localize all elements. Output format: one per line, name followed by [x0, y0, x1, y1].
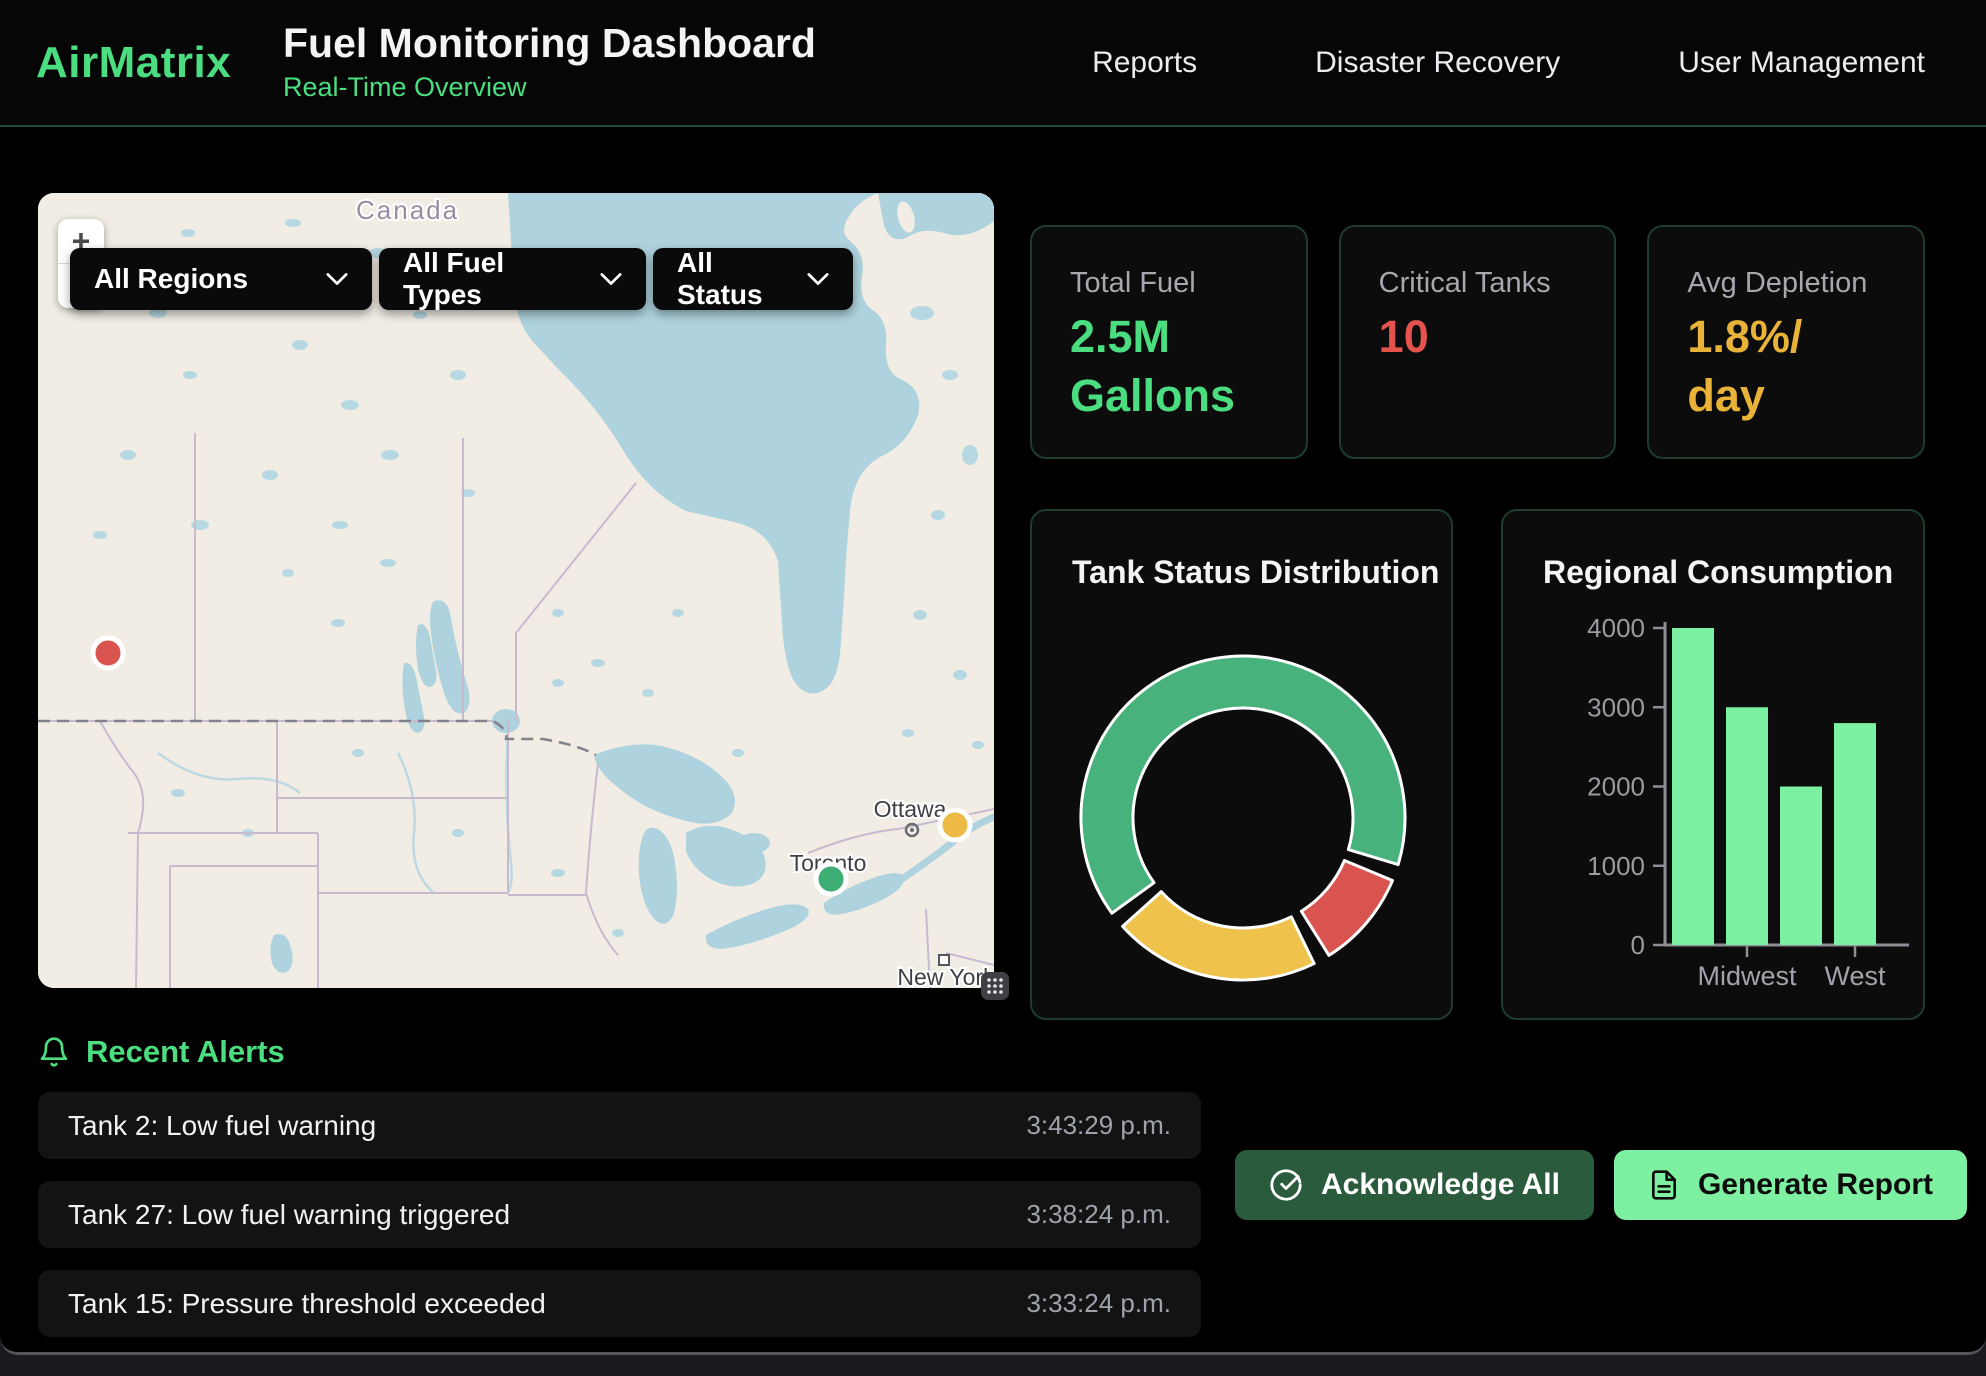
- alerts-section: Recent Alerts Tank 2: Low fuel warning 3…: [0, 1020, 1986, 1355]
- stat-card-critical-tanks: Critical Tanks 10: [1339, 225, 1617, 459]
- stat-card-avg-depletion: Avg Depletion 1.8%/day: [1647, 225, 1925, 459]
- alert-message: Tank 2: Low fuel warning: [68, 1110, 376, 1142]
- stats-row: Total Fuel 2.5MGallons Critical Tanks 10…: [1030, 225, 1925, 459]
- svg-text:1000: 1000: [1587, 851, 1645, 881]
- document-icon: [1648, 1168, 1680, 1202]
- svg-text:Midwest: Midwest: [1697, 961, 1797, 991]
- svg-text:2000: 2000: [1587, 772, 1645, 802]
- page-title: Fuel Monitoring Dashboard: [283, 22, 816, 65]
- main-nav: Reports Disaster Recovery User Managemen…: [1092, 46, 1925, 80]
- panel-drag-handle[interactable]: [981, 972, 1009, 1000]
- title-block: Fuel Monitoring Dashboard Real-Time Over…: [283, 22, 816, 103]
- map-island: [927, 240, 939, 262]
- alert-list: Tank 2: Low fuel warning 3:43:29 p.m. Ta…: [38, 1092, 1201, 1355]
- donut-segment-critical[interactable]: [1301, 860, 1392, 955]
- nav-item-reports[interactable]: Reports: [1092, 46, 1197, 80]
- tank-status-donut-chart[interactable]: [1032, 511, 1453, 1020]
- status-filter-dropdown[interactable]: All Status: [653, 248, 853, 310]
- region-filter-dropdown[interactable]: All Regions: [70, 248, 372, 310]
- bar-0[interactable]: [1672, 628, 1714, 945]
- map-svg: Canada Ottawa Toronto New York: [38, 193, 994, 988]
- tank-status-chart-card: Tank Status Distribution: [1030, 509, 1453, 1020]
- stat-label: Critical Tanks: [1379, 267, 1577, 300]
- map-marker-normal[interactable]: [816, 864, 846, 894]
- alert-message: Tank 27: Low fuel warning triggered: [68, 1199, 510, 1231]
- region-filter-value: All Regions: [94, 263, 248, 295]
- fuel-type-filter-value: All Fuel Types: [403, 247, 580, 311]
- stat-card-total-fuel: Total Fuel 2.5MGallons: [1030, 225, 1308, 459]
- grip-dots-icon: [986, 977, 1004, 995]
- regional-consumption-bar-chart[interactable]: 0 1000 2000 3000 4000 Midwest West: [1503, 511, 1925, 1020]
- svg-text:West: West: [1824, 961, 1886, 991]
- stat-value: 2.5MGallons: [1070, 308, 1268, 425]
- acknowledge-all-button[interactable]: Acknowledge All: [1235, 1150, 1594, 1220]
- stat-value: 10: [1379, 308, 1577, 367]
- fuel-type-filter-dropdown[interactable]: All Fuel Types: [379, 248, 646, 310]
- page-subtitle: Real-Time Overview: [283, 72, 816, 103]
- nav-item-disaster-recovery[interactable]: Disaster Recovery: [1315, 46, 1560, 80]
- stat-label: Avg Depletion: [1687, 267, 1885, 300]
- map-marker-critical[interactable]: [93, 638, 123, 668]
- map-georgian-bay: [738, 833, 770, 853]
- alert-timestamp: 3:33:24 p.m.: [1026, 1288, 1171, 1319]
- alert-row[interactable]: Tank 15: Pressure threshold exceeded 3:3…: [38, 1270, 1201, 1337]
- alert-timestamp: 3:43:29 p.m.: [1026, 1110, 1171, 1141]
- chevron-down-icon: [807, 272, 829, 286]
- charts-row: Tank Status Distribution Regional Consum…: [1030, 509, 1925, 1020]
- alert-row[interactable]: Tank 27: Low fuel warning triggered 3:38…: [38, 1181, 1201, 1248]
- alerts-heading: Recent Alerts: [38, 1034, 1986, 1070]
- map-city-label-new-york: New York: [897, 964, 994, 988]
- check-circle-icon: [1269, 1168, 1303, 1202]
- map-filters: All Regions All Fuel Types All Status: [70, 248, 853, 310]
- brand-logo: AirMatrix: [36, 38, 283, 88]
- donut-segment-warning[interactable]: [1123, 892, 1315, 980]
- alert-actions: Acknowledge All Generate Report: [1235, 1092, 1967, 1355]
- svg-text:3000: 3000: [1587, 692, 1645, 722]
- status-filter-value: All Status: [677, 247, 787, 311]
- dashboard-app: AirMatrix Fuel Monitoring Dashboard Real…: [0, 0, 1986, 1355]
- bar-3[interactable]: [1834, 723, 1876, 945]
- main-content: Canada Ottawa Toronto New York: [0, 127, 1986, 1020]
- alert-timestamp: 3:38:24 p.m.: [1026, 1199, 1171, 1230]
- chevron-down-icon: [326, 272, 348, 286]
- app-header: AirMatrix Fuel Monitoring Dashboard Real…: [0, 0, 1986, 127]
- generate-report-button[interactable]: Generate Report: [1614, 1150, 1967, 1220]
- stat-value: 1.8%/day: [1687, 308, 1885, 425]
- map-canvas[interactable]: Canada Ottawa Toronto New York: [38, 193, 994, 988]
- svg-text:0: 0: [1631, 930, 1645, 960]
- alerts-title: Recent Alerts: [86, 1034, 285, 1070]
- alerts-body: Tank 2: Low fuel warning 3:43:29 p.m. Ta…: [38, 1092, 1986, 1355]
- map-panel: Canada Ottawa Toronto New York: [38, 193, 994, 988]
- map-city-label-ottawa: Ottawa: [874, 796, 947, 822]
- map-marker-warning[interactable]: [940, 810, 970, 840]
- chevron-down-icon: [600, 272, 622, 286]
- alert-row[interactable]: Tank 2: Low fuel warning 3:43:29 p.m.: [38, 1092, 1201, 1159]
- bell-icon: [38, 1036, 70, 1068]
- stat-label: Total Fuel: [1070, 267, 1268, 300]
- right-column: Total Fuel 2.5MGallons Critical Tanks 10…: [1030, 193, 1925, 1020]
- svg-text:4000: 4000: [1587, 613, 1645, 643]
- nav-item-user-management[interactable]: User Management: [1678, 46, 1925, 80]
- bar-1[interactable]: [1726, 707, 1768, 945]
- regional-consumption-chart-card: Regional Consumption 01000200030004000Mi…: [1501, 509, 1925, 1020]
- bar-2[interactable]: [1780, 787, 1822, 946]
- map-country-label: Canada: [356, 195, 459, 225]
- alert-message: Tank 15: Pressure threshold exceeded: [68, 1288, 546, 1320]
